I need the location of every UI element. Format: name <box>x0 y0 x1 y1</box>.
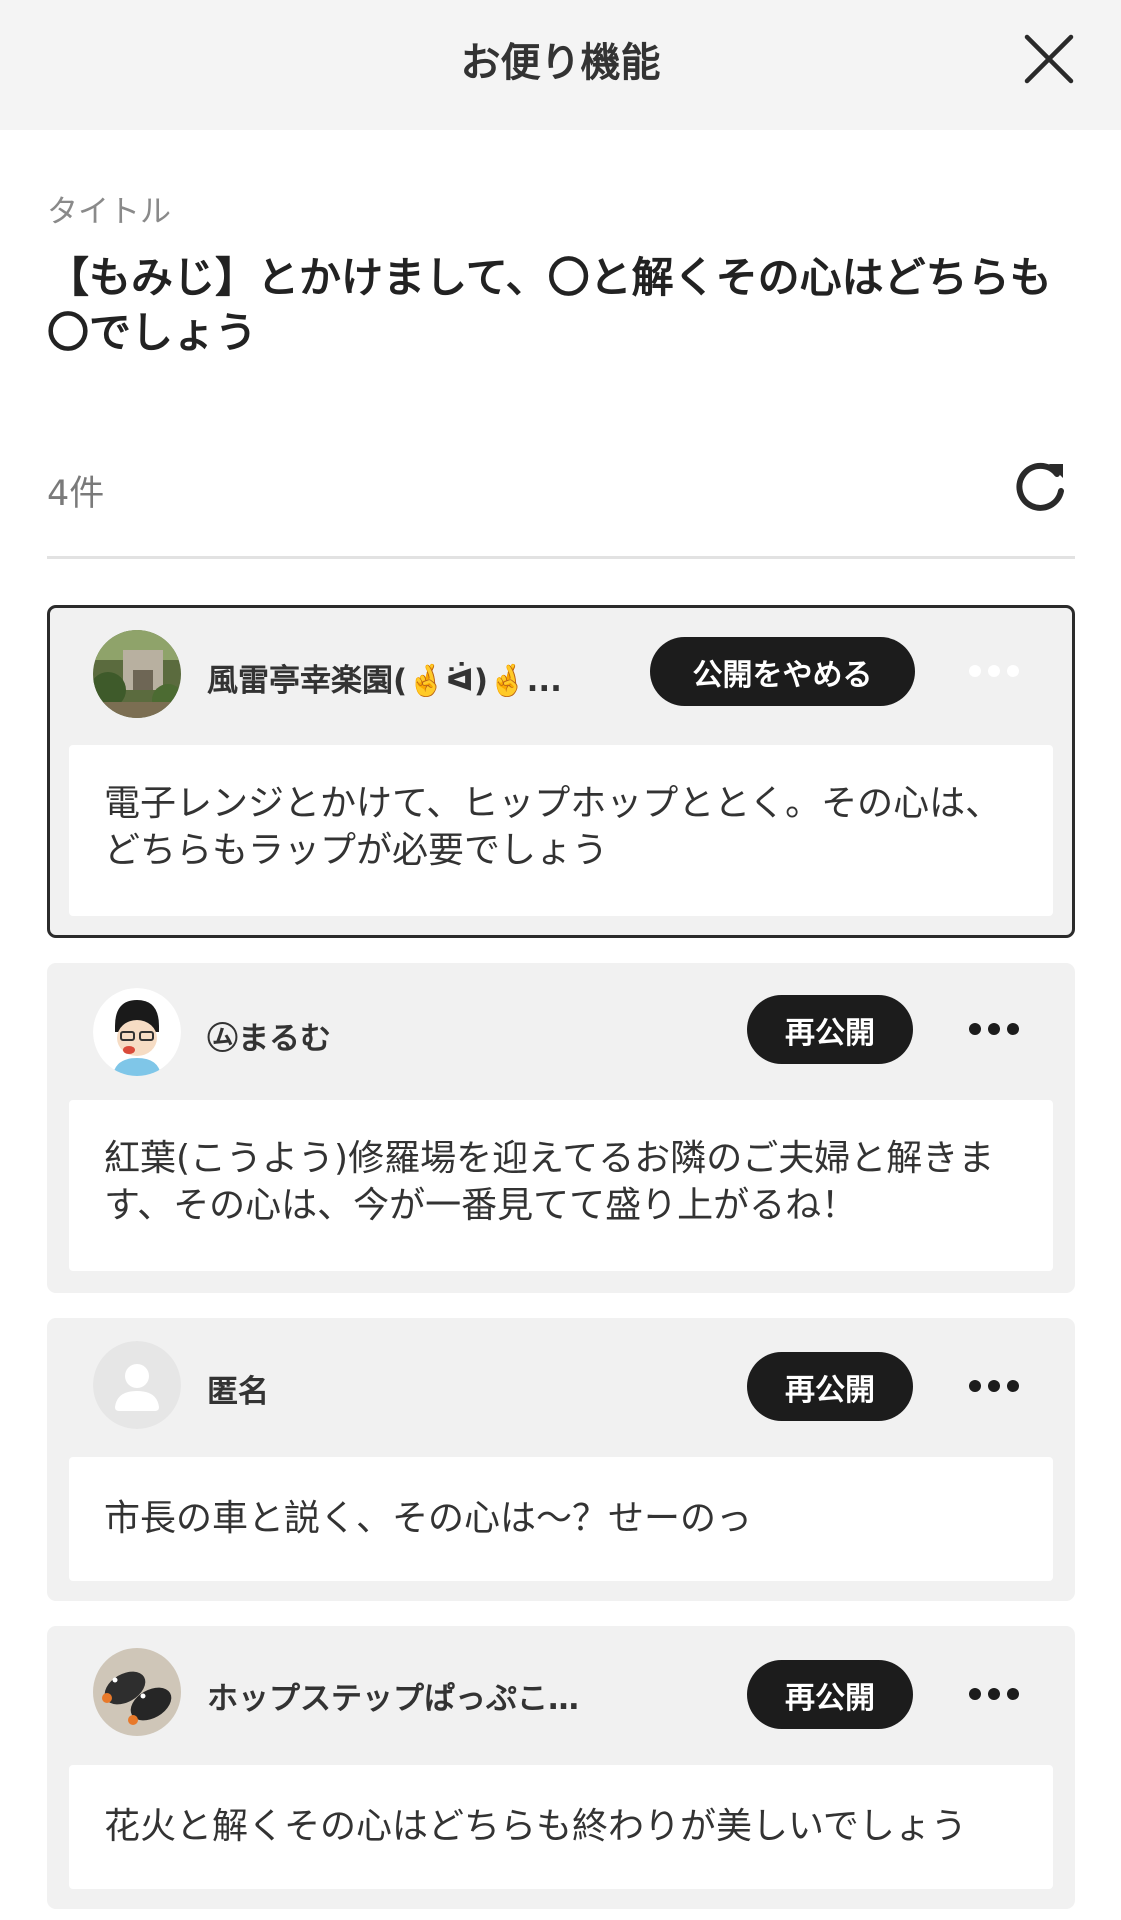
close-icon <box>1024 34 1074 84</box>
letter-body: 花火と解くその心はどちらも終わりが美しいでしょう <box>69 1765 1053 1889</box>
avatar <box>93 1341 181 1429</box>
title-label: タイトル <box>47 194 171 230</box>
letter-body: 電子レンジとかけて、ヒップホップととく。その心は、どちらもラップが必要でしょう <box>69 745 1053 916</box>
refresh-icon <box>1016 462 1064 511</box>
header: お便り機能 <box>0 0 1121 130</box>
unpublish-button[interactable]: 公開をやめる <box>650 637 915 706</box>
letter-text: 紅葉(こうよう)修羅場を迎えてるお隣のご夫婦と解きます、その心は、今が一番見てて… <box>104 1138 995 1226</box>
topic-title: 【もみじ】とかけまして、〇と解くその心はどちらも〇でしょう <box>47 253 1052 357</box>
republish-button[interactable]: 再公開 <box>747 1352 913 1421</box>
letter-card[interactable]: ㋰まるむ 再公開 紅葉(こうよう)修羅場を迎えてるお隣のご夫婦と解きます、その心… <box>47 963 1075 1293</box>
author-name: ホップステップぱっぷこーぉん… <box>207 1681 607 1717</box>
page-title: お便り機能 <box>460 40 661 86</box>
more-icon <box>969 1380 1019 1392</box>
republish-button[interactable]: 再公開 <box>747 1660 913 1729</box>
more-icon <box>969 1023 1019 1035</box>
anonymous-user-icon <box>93 1341 181 1429</box>
avatar <box>93 1648 181 1736</box>
more-options-button[interactable] <box>967 1685 1021 1703</box>
republish-button[interactable]: 再公開 <box>747 995 913 1064</box>
letter-text: 電子レンジとかけて、ヒップホップととく。その心は、どちらもラップが必要でしょう <box>104 783 1002 871</box>
letter-count: 4件 <box>47 474 105 514</box>
letter-card[interactable]: 風雷亭幸楽園(🤞ᐛ)🤞... 公開をやめる 電子レンジとかけて、ヒップホップとと… <box>47 605 1075 938</box>
more-options-button[interactable] <box>967 1377 1021 1395</box>
more-options-button[interactable] <box>967 1020 1021 1038</box>
close-button[interactable] <box>1021 31 1077 87</box>
letter-body: 市長の車と説く、その心は～？せーのっ <box>69 1457 1053 1581</box>
letter-body: 紅葉(こうよう)修羅場を迎えてるお隣のご夫婦と解きます、その心は、今が一番見てて… <box>69 1100 1053 1271</box>
letter-text: 市長の車と説く、その心は～？せーのっ <box>104 1498 753 1539</box>
author-name: 匿名 <box>207 1374 269 1410</box>
author-name: 風雷亭幸楽園(🤞ᐛ)🤞... <box>207 663 562 699</box>
more-icon <box>969 1688 1019 1700</box>
divider <box>47 556 1075 559</box>
more-options-button[interactable] <box>967 662 1021 680</box>
avatar <box>93 630 181 718</box>
more-icon <box>969 665 1019 677</box>
avatar <box>93 988 181 1076</box>
letter-card[interactable]: 匿名 再公開 市長の車と説く、その心は～？せーのっ <box>47 1318 1075 1601</box>
refresh-button[interactable] <box>1011 458 1069 516</box>
letter-text: 花火と解くその心はどちらも終わりが美しいでしょう <box>104 1806 967 1847</box>
author-name: ㋰まるむ <box>207 1021 331 1057</box>
letter-card[interactable]: ホップステップぱっぷこーぉん… 再公開 花火と解くその心はどちらも終わりが美しい… <box>47 1626 1075 1909</box>
